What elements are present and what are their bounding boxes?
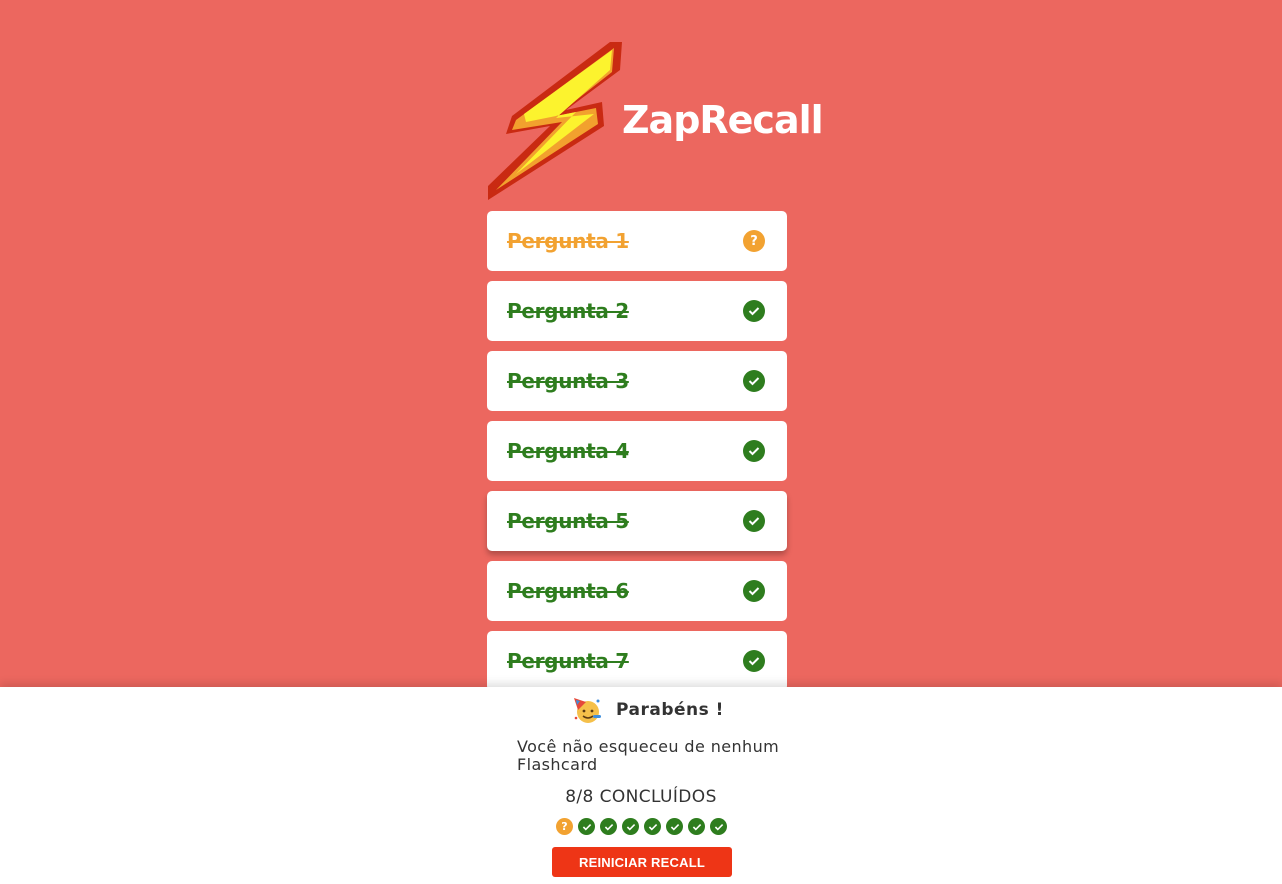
flashcard-5[interactable]: Pergunta 5 — [487, 491, 787, 551]
results-header: Parabéns ! — [572, 696, 724, 724]
check-circle-icon — [743, 510, 765, 532]
flashcard-4[interactable]: Pergunta 4 — [487, 421, 787, 481]
flashcard-2[interactable]: Pergunta 2 — [487, 281, 787, 341]
help-circle-icon: ? — [743, 230, 765, 252]
flashcard-1[interactable]: Pergunta 1 ? — [487, 211, 787, 271]
results-title: Parabéns ! — [616, 700, 724, 720]
flashcard-7[interactable]: Pergunta 7 — [487, 631, 787, 691]
flashcard-3[interactable]: Pergunta 3 — [487, 351, 787, 411]
flashcard-label: Pergunta 7 — [507, 649, 629, 673]
restart-recall-button[interactable]: REINICIAR RECALL — [552, 847, 732, 877]
flashcard-6[interactable]: Pergunta 6 — [487, 561, 787, 621]
check-circle-icon — [743, 300, 765, 322]
completed-count: 8/8 CONCLUÍDOS — [565, 787, 717, 807]
flashcard-label: Pergunta 1 — [507, 229, 629, 253]
flashcard-label: Pergunta 4 — [507, 439, 629, 463]
check-circle-icon — [600, 818, 617, 835]
lightning-bolt-icon — [488, 42, 622, 200]
check-circle-icon — [743, 650, 765, 672]
app-root: ZapRecall Pergunta 1 ? Pergunta 2 Pergun… — [0, 0, 1282, 884]
check-circle-icon — [743, 580, 765, 602]
check-circle-icon — [743, 440, 765, 462]
check-circle-icon — [578, 818, 595, 835]
check-circle-icon — [743, 370, 765, 392]
party-face-icon — [572, 696, 602, 724]
app-logo: ZapRecall — [486, 40, 824, 202]
flashcard-label: Pergunta 5 — [507, 509, 629, 533]
check-circle-icon — [644, 818, 661, 835]
flashcard-label: Pergunta 3 — [507, 369, 629, 393]
help-circle-icon: ? — [556, 818, 573, 835]
app-name: ZapRecall — [622, 98, 824, 142]
flashcard-label: Pergunta 2 — [507, 299, 629, 323]
flashcard-list: Pergunta 1 ? Pergunta 2 Pergunta 3 Pergu… — [487, 211, 787, 701]
check-circle-icon — [666, 818, 683, 835]
results-icon-row: ? — [556, 818, 732, 835]
results-message: Você não esqueceu de nenhum Flashcard — [517, 737, 780, 774]
check-circle-icon — [710, 818, 727, 835]
results-footer: Parabéns ! Você não esqueceu de nenhum F… — [0, 687, 1282, 884]
flashcard-label: Pergunta 6 — [507, 579, 629, 603]
check-circle-icon — [688, 818, 705, 835]
check-circle-icon — [622, 818, 639, 835]
